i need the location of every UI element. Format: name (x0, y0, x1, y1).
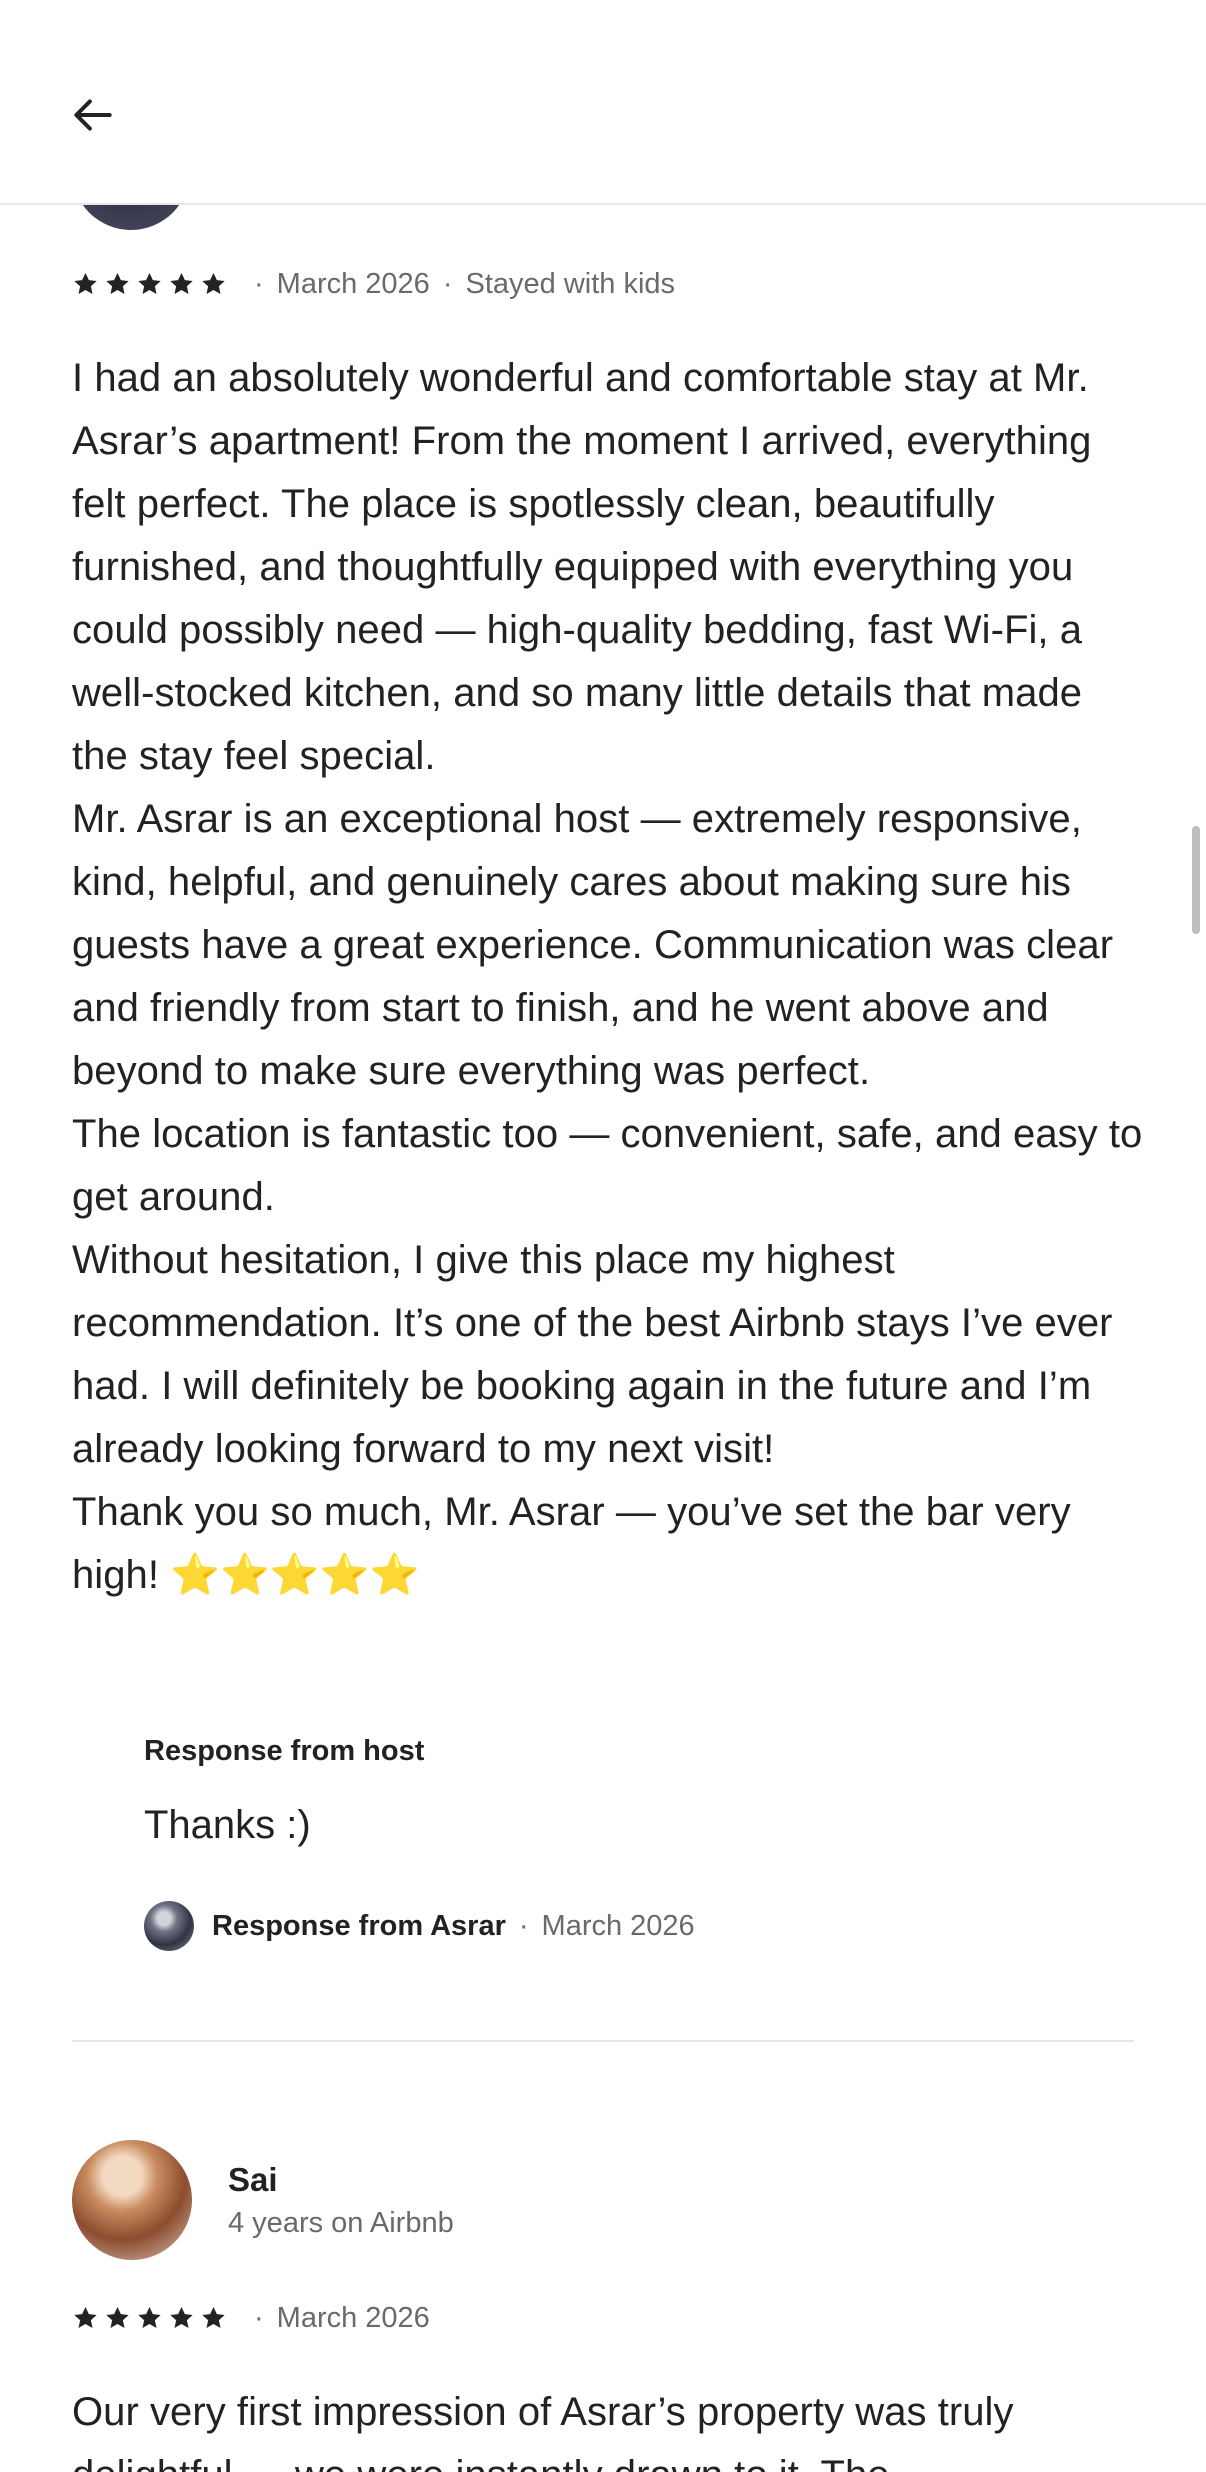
reviewer-header: Sai 4 years on Airbnb (72, 2140, 454, 2260)
reviewer-tenure: 4 years on Airbnb (228, 2206, 454, 2239)
host-response-title: Response from host (144, 1735, 425, 1767)
back-button[interactable] (68, 90, 118, 140)
meta-separator: · (254, 2301, 264, 2334)
top-navigation-bar (0, 0, 1206, 205)
host-response-date: March 2026 (541, 1909, 695, 1942)
reviewer-name[interactable]: Sai (228, 2161, 454, 2199)
review-date: March 2026 (276, 2301, 430, 2334)
star-icon (74, 2306, 97, 2328)
reviewer-info: Sai 4 years on Airbnb (228, 2161, 454, 2240)
host-response: Response from host Thanks :) Response fr… (144, 1735, 1104, 1951)
star-icon (106, 272, 129, 294)
arrow-left-icon (74, 99, 112, 131)
host-response-text: Thanks :) (144, 1803, 311, 1847)
meta-separator: · (254, 267, 264, 300)
review-page: · March 2026 · Stayed with kids I had an… (0, 0, 1206, 2472)
meta-separator: · (442, 267, 453, 300)
star-rating (72, 271, 227, 298)
star-icon (170, 272, 193, 294)
scrollbar[interactable] (1192, 826, 1200, 934)
star-icon (202, 2306, 225, 2328)
host-response-from: Response from Asrar (212, 1909, 506, 1942)
review-divider (72, 2040, 1134, 2042)
host-avatar[interactable] (144, 1901, 194, 1951)
star-icon (170, 2306, 193, 2328)
reviewer-avatar[interactable] (72, 2140, 192, 2260)
meta-separator: · (518, 1909, 529, 1942)
star-rating (72, 2305, 227, 2332)
trip-type: Stayed with kids (465, 267, 676, 300)
review-text: I had an absolutely wonderful and comfor… (72, 356, 1143, 1597)
star-icon (138, 2306, 161, 2328)
review-date: March 2026 (276, 267, 430, 300)
star-icon (74, 272, 97, 294)
review-text: Our very first impression of Asrar’s pro… (72, 2390, 1014, 2472)
star-icon (202, 272, 225, 294)
star-icon (106, 2306, 129, 2328)
review-meta-row: · March 2026 · Stayed with kids (72, 264, 675, 304)
host-response-footer: Response from Asrar · March 2026 (144, 1901, 1104, 1951)
star-icon (138, 272, 161, 294)
review-meta-row: · March 2026 (72, 2298, 430, 2338)
reviews-content: · March 2026 · Stayed with kids I had an… (0, 0, 1206, 2472)
